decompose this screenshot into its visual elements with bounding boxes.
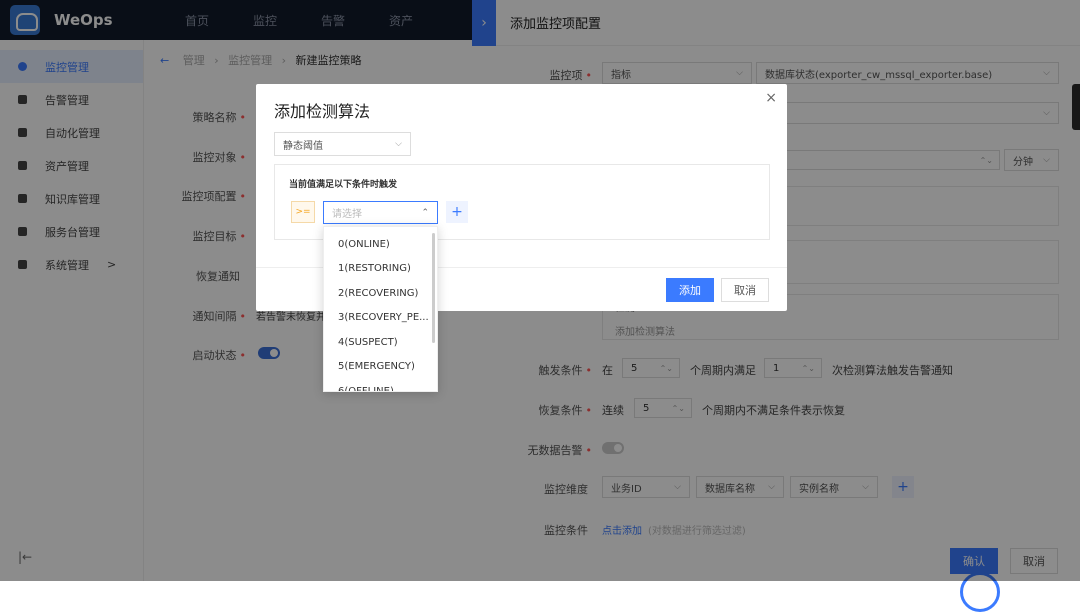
- value-dropdown: 0(ONLINE) 1(RESTORING) 2(RECOVERING) 3(R…: [323, 226, 438, 392]
- algo-type-select[interactable]: 静态阈值 ⌵: [274, 132, 411, 156]
- cancel-button[interactable]: 取消: [721, 278, 769, 302]
- close-icon[interactable]: ×: [765, 90, 777, 106]
- dropdown-option[interactable]: 1(RESTORING): [324, 257, 437, 282]
- condition-title: 当前值满足以下条件时触发: [289, 180, 398, 190]
- modal-title: 添加检测算法: [274, 102, 371, 121]
- dropdown-option[interactable]: 5(EMERGENCY): [324, 355, 437, 380]
- chevron-up-icon: ⌃: [421, 207, 429, 218]
- dropdown-option[interactable]: 0(ONLINE): [324, 232, 437, 257]
- dropdown-option[interactable]: 4(SUSPECT): [324, 330, 437, 355]
- add-button[interactable]: 添加: [666, 278, 714, 302]
- chevron-down-icon: ⌵: [395, 139, 402, 149]
- dropdown-option[interactable]: 3(RECOVERY_PE...: [324, 306, 437, 331]
- dropdown-option[interactable]: 6(OFFLINE): [324, 379, 437, 391]
- add-condition-button[interactable]: +: [446, 201, 468, 223]
- value-select[interactable]: 请选择 ⌃: [323, 201, 438, 224]
- operator-select[interactable]: >=: [291, 201, 315, 223]
- dropdown-option[interactable]: 2(RECOVERING): [324, 281, 437, 306]
- dropdown-scrollbar[interactable]: [432, 233, 435, 343]
